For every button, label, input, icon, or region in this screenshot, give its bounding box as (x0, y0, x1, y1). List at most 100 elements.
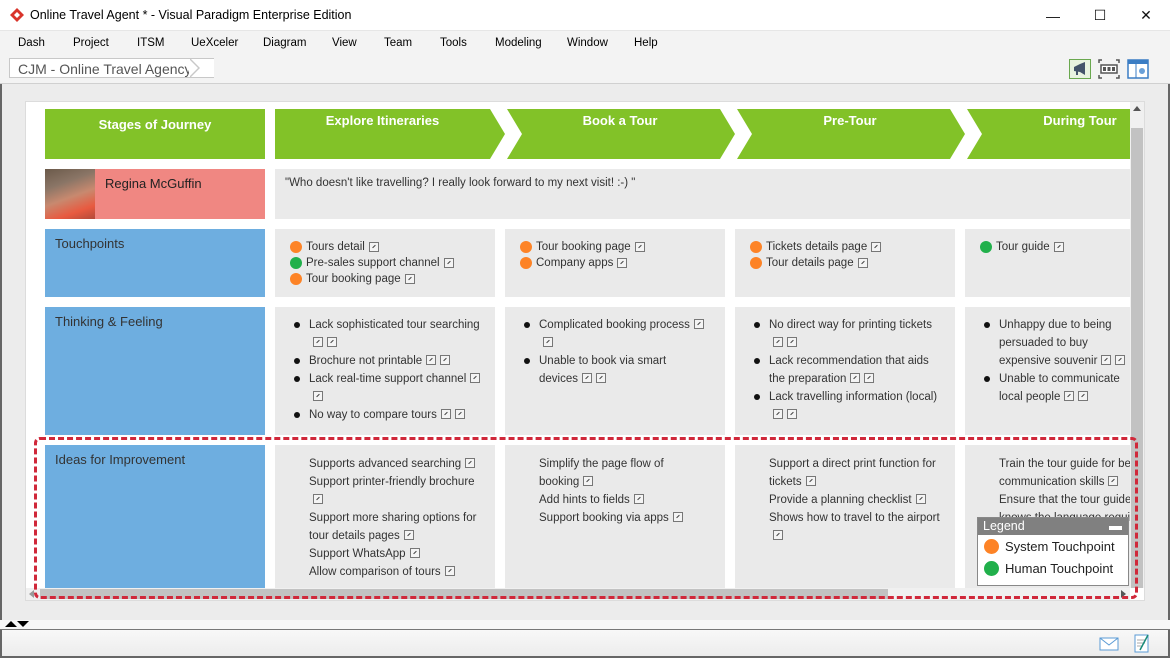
menu-diagram[interactable]: Diagram (263, 37, 306, 49)
reference-link-icon[interactable] (787, 337, 797, 347)
vertical-scrollbar[interactable] (1130, 102, 1144, 588)
idea-item[interactable]: Support booking via apps (539, 509, 685, 527)
thought-item[interactable]: Unable to communicate local people (975, 370, 1130, 406)
open-spec-icon[interactable] (313, 337, 323, 347)
touchpoints-cell-explore[interactable]: Tours detail Pre-sales support channel Tou… (275, 229, 495, 297)
open-spec-icon[interactable] (426, 355, 437, 365)
menu-project[interactable]: Project (73, 37, 109, 49)
open-spec-icon[interactable] (693, 319, 704, 329)
row-label-thinking-feeling[interactable]: Thinking & Feeling (45, 307, 265, 435)
reference-link-icon[interactable] (1115, 355, 1126, 365)
legend-minimize-icon[interactable] (1109, 526, 1122, 530)
touchpoint-item[interactable]: Tickets details page (750, 239, 940, 255)
reference-link-icon[interactable] (857, 258, 868, 268)
open-spec-icon[interactable] (915, 494, 926, 504)
menu-dash[interactable]: Dash (18, 37, 45, 49)
touchpoint-item[interactable]: Tour details page (750, 255, 940, 271)
menu-window[interactable]: Window (567, 37, 608, 49)
open-spec-icon[interactable] (444, 566, 455, 576)
reference-link-icon[interactable] (543, 337, 553, 347)
minimize-button[interactable]: — (1030, 0, 1076, 31)
touchpoint-item[interactable]: Tours detail (290, 239, 480, 255)
open-spec-icon[interactable] (1064, 391, 1075, 401)
reference-link-icon[interactable] (404, 274, 415, 284)
thinking-cell-explore[interactable]: Lack sophisticated tour searching Brochur… (275, 307, 495, 435)
reference-link-icon[interactable] (368, 242, 379, 252)
vertical-scroll-thumb[interactable] (1131, 128, 1143, 588)
thought-item[interactable]: Lack recommendation that aids the prepar… (745, 352, 945, 388)
thought-item[interactable]: Lack real-time support channel (285, 370, 485, 406)
menu-help[interactable]: Help (634, 37, 658, 49)
idea-item[interactable]: Shows how to travel to the airport (769, 509, 940, 545)
open-spec-icon[interactable] (805, 476, 816, 486)
thought-item[interactable]: No way to compare tours (285, 406, 485, 424)
row-label-ideas[interactable]: Ideas for Improvement (45, 445, 265, 588)
reference-link-icon[interactable] (327, 337, 337, 347)
horizontal-scrollbar[interactable] (26, 588, 1130, 600)
breadcrumb[interactable]: CJM - Online Travel Agency (9, 58, 214, 78)
reference-link-icon[interactable] (1078, 391, 1089, 401)
touchpoint-item[interactable]: Tour booking page (290, 271, 480, 287)
thought-item[interactable]: No direct way for printing tickets (745, 316, 945, 352)
open-spec-icon[interactable] (440, 409, 451, 419)
ideas-cell-book[interactable]: Simplify the page flow of booking Add hin… (505, 445, 725, 588)
megaphone-icon[interactable] (1069, 59, 1091, 79)
idea-item[interactable]: Provide a planning checklist (769, 491, 940, 509)
row-label-touchpoints[interactable]: Touchpoints (45, 229, 265, 297)
reference-link-icon[interactable] (596, 373, 606, 383)
touchpoints-cell-during[interactable]: Tour guide (965, 229, 1130, 297)
reference-link-icon[interactable] (443, 258, 454, 268)
open-spec-icon[interactable] (465, 458, 476, 468)
open-spec-icon[interactable] (1108, 476, 1119, 486)
thought-item[interactable]: Brochure not printable (285, 352, 485, 370)
stage-explore-itineraries[interactable]: Explore Itineraries (275, 113, 490, 128)
scroll-right-icon[interactable] (1121, 590, 1126, 598)
open-spec-icon[interactable] (313, 494, 323, 504)
scroll-left-icon[interactable] (29, 590, 34, 598)
horizontal-scroll-thumb[interactable] (40, 589, 888, 599)
close-button[interactable]: ✕ (1123, 0, 1169, 31)
expand-up-icon[interactable] (5, 621, 17, 627)
persona-quote[interactable]: "Who doesn't like travelling? I really l… (275, 169, 1130, 219)
menu-uexceler[interactable]: UeXceler (191, 37, 238, 49)
thought-item[interactable]: Lack travelling information (local) (745, 388, 945, 424)
open-spec-icon[interactable] (1101, 355, 1112, 365)
reference-link-icon[interactable] (440, 355, 451, 365)
open-spec-icon[interactable] (583, 476, 594, 486)
thought-item[interactable]: Unhappy due to being persuaded to buy ex… (975, 316, 1130, 370)
open-spec-icon[interactable] (409, 548, 420, 558)
legend-panel[interactable]: Legend System Touchpoint Human Touchpoin… (977, 517, 1129, 586)
idea-item[interactable]: Train the tour guide for better communic… (999, 455, 1130, 491)
idea-item[interactable]: Add hints to fields (539, 491, 685, 509)
menu-team[interactable]: Team (384, 37, 412, 49)
menu-tools[interactable]: Tools (440, 37, 467, 49)
fit-to-window-icon[interactable] (1098, 59, 1120, 79)
panel-splitter[interactable] (0, 620, 1170, 630)
reference-link-icon[interactable] (454, 409, 465, 419)
idea-item[interactable]: Support more sharing options for tour de… (309, 509, 480, 545)
idea-item[interactable]: Allow comparison of tours (309, 563, 480, 581)
menu-view[interactable]: View (332, 37, 357, 49)
thinking-cell-pretour[interactable]: No direct way for printing tickets Lack r… (735, 307, 955, 435)
open-spec-icon[interactable] (773, 337, 783, 347)
idea-item[interactable]: Simplify the page flow of booking (539, 455, 685, 491)
menu-modeling[interactable]: Modeling (495, 37, 542, 49)
reference-link-icon[interactable] (634, 242, 645, 252)
open-spec-icon[interactable] (773, 530, 783, 540)
reference-link-icon[interactable] (313, 391, 323, 401)
persona-card[interactable]: Regina McGuffin (45, 169, 265, 219)
thought-item[interactable]: Lack sophisticated tour searching (285, 316, 485, 352)
reference-link-icon[interactable] (864, 373, 875, 383)
open-spec-icon[interactable] (633, 494, 644, 504)
idea-item[interactable]: Support printer-friendly brochure (309, 473, 480, 509)
open-spec-icon[interactable] (470, 373, 481, 383)
idea-item[interactable]: Support WhatsApp (309, 545, 480, 563)
thinking-cell-during[interactable]: Unhappy due to being persuaded to buy ex… (965, 307, 1130, 435)
touchpoint-item[interactable]: Pre-sales support channel (290, 255, 480, 271)
mail-icon[interactable] (1099, 637, 1119, 651)
idea-item[interactable]: Support a direct print function for tick… (769, 455, 940, 491)
maximize-button[interactable]: ☐ (1077, 0, 1123, 31)
collapse-down-icon[interactable] (17, 621, 29, 627)
layer-panel-icon[interactable] (1127, 59, 1149, 79)
stage-pre-tour[interactable]: Pre-Tour (750, 113, 950, 128)
